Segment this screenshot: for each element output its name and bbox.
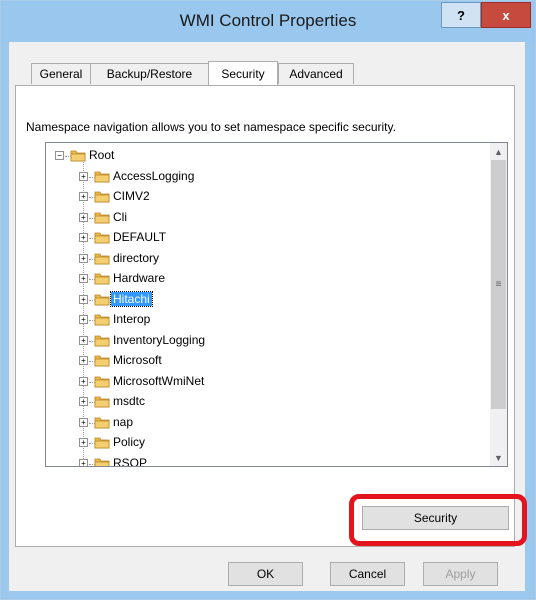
folder-icon: [94, 211, 110, 224]
tree-row[interactable]: + DEFAULT: [46, 228, 486, 248]
tree-row[interactable]: + CIMV2: [46, 187, 486, 207]
collapse-icon[interactable]: −: [55, 151, 64, 160]
namespace-description: Namespace navigation allows you to set n…: [26, 120, 396, 134]
folder-icon: [94, 190, 110, 203]
close-button[interactable]: x: [481, 2, 531, 28]
grip-icon: ≡: [495, 279, 502, 290]
ok-button[interactable]: OK: [228, 562, 303, 586]
folder-icon: [94, 334, 110, 347]
tree-item-label[interactable]: CIMV2: [111, 189, 152, 203]
tree-row[interactable]: + Hitachi: [46, 290, 486, 310]
expand-icon[interactable]: +: [79, 417, 88, 427]
folder-icon: [94, 416, 110, 429]
folder-icon: [94, 395, 110, 408]
folder-icon: [94, 231, 110, 244]
tree-item-label[interactable]: Root: [87, 148, 116, 162]
folder-icon: [70, 149, 86, 162]
help-button[interactable]: ?: [441, 2, 481, 28]
tab-security[interactable]: Security: [208, 61, 278, 85]
tree-item-label[interactable]: Hitachi: [110, 290, 153, 307]
folder-icon: [94, 293, 110, 306]
tree-row[interactable]: + RSOP: [46, 454, 486, 467]
tree-item-label[interactable]: Interop: [111, 312, 152, 326]
tree-item-label[interactable]: AccessLogging: [111, 169, 196, 183]
tab-backup-restore[interactable]: Backup/Restore: [90, 63, 209, 84]
tree-item-label[interactable]: RSOP: [111, 456, 149, 467]
scroll-down-icon[interactable]: ▼: [490, 449, 507, 466]
tree-row[interactable]: + AccessLogging: [46, 167, 486, 187]
expand-icon[interactable]: +: [79, 294, 88, 304]
folder-icon: [94, 252, 110, 265]
expand-icon[interactable]: +: [79, 253, 88, 263]
scroll-up-icon[interactable]: ▲: [490, 143, 507, 160]
tree-row[interactable]: + Cli: [46, 208, 486, 228]
tree-row[interactable]: + nap: [46, 413, 486, 433]
tree-row[interactable]: + Policy: [46, 433, 486, 453]
tree-row[interactable]: + Microsoft: [46, 351, 486, 371]
folder-icon: [94, 313, 110, 326]
expand-icon[interactable]: +: [79, 438, 88, 447]
tree-item-label[interactable]: DEFAULT: [111, 230, 168, 244]
expand-icon[interactable]: +: [79, 171, 88, 181]
apply-button[interactable]: Apply: [423, 562, 498, 586]
tab-general[interactable]: General: [31, 63, 91, 84]
tree-item-label[interactable]: msdtc: [111, 394, 147, 408]
tree-item-label[interactable]: Hardware: [111, 271, 167, 285]
folder-icon: [94, 272, 110, 285]
expand-icon[interactable]: +: [79, 335, 88, 345]
folder-icon: [94, 170, 110, 183]
expand-icon[interactable]: +: [79, 233, 88, 242]
expand-icon[interactable]: +: [79, 397, 88, 406]
folder-icon: [94, 457, 110, 466]
title-bar[interactable]: WMI Control Properties ? x: [1, 1, 535, 43]
folder-icon: [94, 375, 110, 388]
scroll-thumb[interactable]: ≡: [491, 160, 506, 409]
tree-row[interactable]: + Interop: [46, 310, 486, 330]
tree-row[interactable]: + Hardware: [46, 269, 486, 289]
tree-root-row[interactable]: − Root: [46, 146, 486, 166]
tree-row[interactable]: + directory: [46, 249, 486, 269]
expand-icon[interactable]: +: [79, 274, 88, 283]
expand-icon[interactable]: +: [79, 356, 88, 365]
tab-advanced[interactable]: Advanced: [278, 63, 354, 84]
expand-icon[interactable]: +: [79, 192, 88, 201]
expand-icon[interactable]: +: [79, 376, 88, 386]
tree-item-label[interactable]: Microsoft: [111, 353, 164, 367]
tree-row[interactable]: + MicrosoftWmiNet: [46, 372, 486, 392]
folder-icon: [94, 436, 110, 449]
tree-item-label[interactable]: Cli: [111, 210, 129, 224]
tree-item-label[interactable]: MicrosoftWmiNet: [111, 374, 206, 388]
vertical-scrollbar[interactable]: ▲ ≡ ▼: [490, 143, 507, 466]
tree-item-label[interactable]: directory: [111, 251, 161, 265]
tree-item-label[interactable]: Policy: [111, 435, 147, 449]
expand-icon[interactable]: +: [79, 315, 88, 324]
tree-row[interactable]: + msdtc: [46, 392, 486, 412]
highlight-box: [349, 494, 527, 546]
expand-icon[interactable]: +: [79, 212, 88, 222]
namespace-tree[interactable]: ▲ ≡ ▼ − Root + AccessLogging + CIMV2 + Cli + DEFA…: [45, 142, 508, 467]
expand-icon[interactable]: +: [79, 458, 88, 466]
tree-row[interactable]: + InventoryLogging: [46, 331, 486, 351]
tree-item-label[interactable]: nap: [111, 415, 135, 429]
cancel-button[interactable]: Cancel: [330, 562, 405, 586]
folder-icon: [94, 354, 110, 367]
tree-item-label[interactable]: InventoryLogging: [111, 333, 207, 347]
